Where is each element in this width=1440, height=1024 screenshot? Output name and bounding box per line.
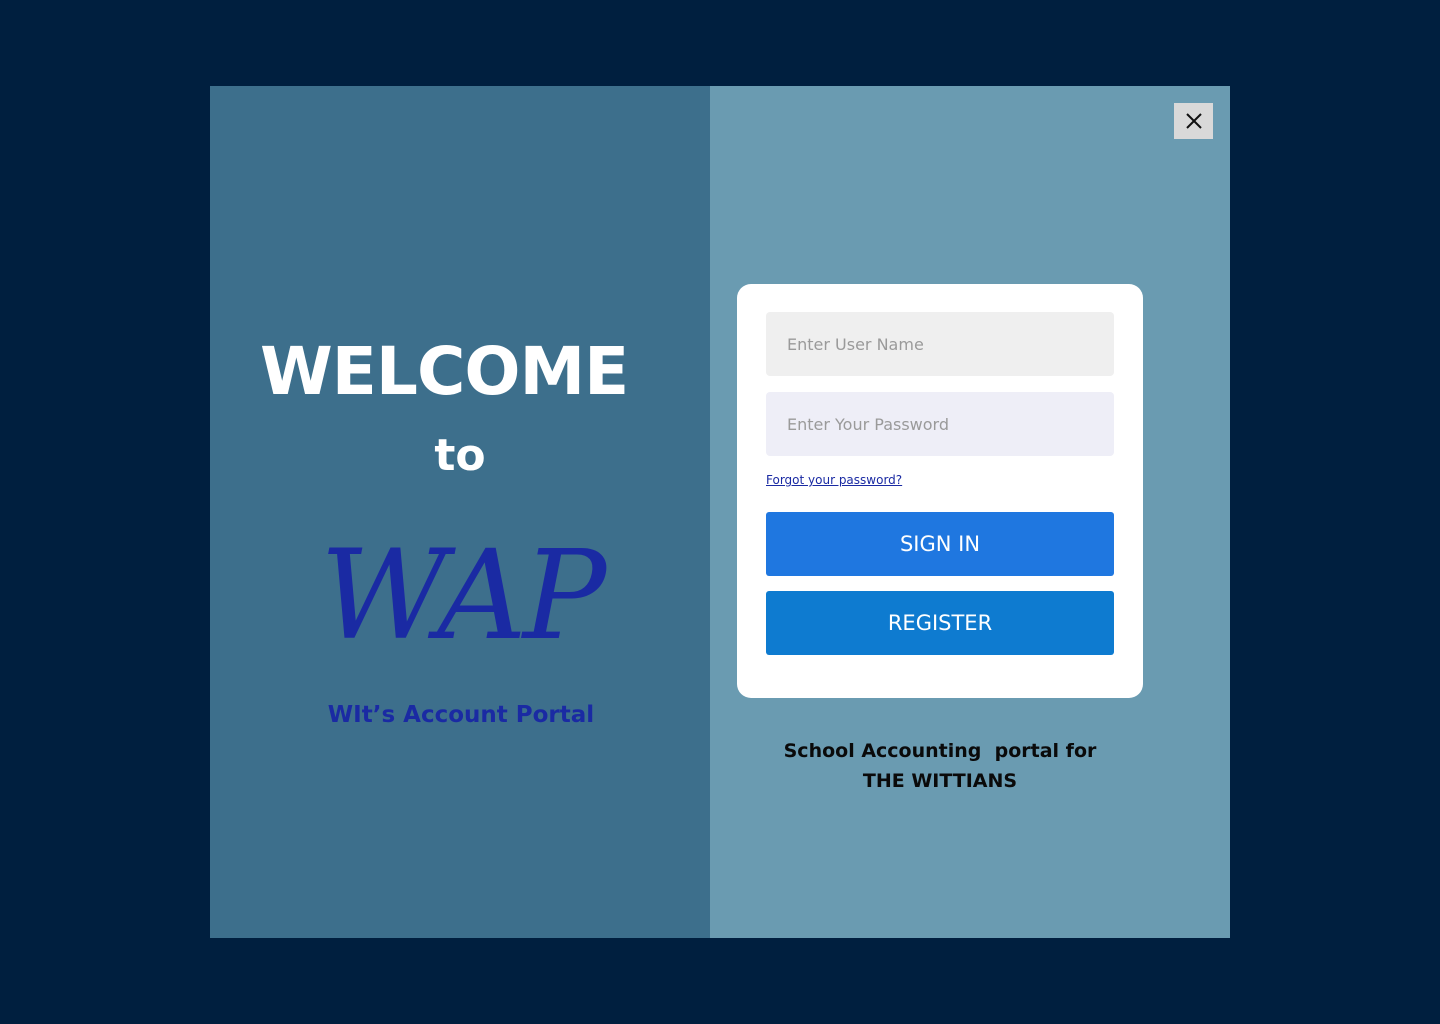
register-button[interactable]: REGISTER — [766, 591, 1114, 655]
welcome-panel: WELCOME to WAP WIt’s Account Portal — [210, 86, 710, 938]
tagline-line-2: THE WITTIANS — [862, 770, 1018, 792]
close-button[interactable] — [1174, 103, 1213, 139]
login-card: Forgot your password? SIGN IN REGISTER — [737, 284, 1143, 698]
welcome-heading: WELCOME — [260, 333, 629, 410]
forgot-password-link[interactable]: Forgot your password? — [766, 472, 902, 488]
login-panel: Forgot your password? SIGN IN REGISTER S… — [710, 86, 1230, 938]
login-modal: WELCOME to WAP WIt’s Account Portal Forg… — [210, 86, 1230, 938]
portal-tagline: School Accounting portal for THE WITTIAN… — [770, 736, 1110, 796]
portal-subtitle: WIt’s Account Portal — [327, 702, 595, 728]
welcome-connector: to — [434, 430, 486, 481]
sign-in-button[interactable]: SIGN IN — [766, 512, 1114, 576]
tagline-line-1: School Accounting portal for — [783, 740, 1097, 762]
close-icon — [1185, 113, 1202, 129]
password-input[interactable] — [766, 392, 1114, 456]
wap-logo: WAP — [320, 524, 606, 668]
username-input[interactable] — [766, 312, 1114, 376]
